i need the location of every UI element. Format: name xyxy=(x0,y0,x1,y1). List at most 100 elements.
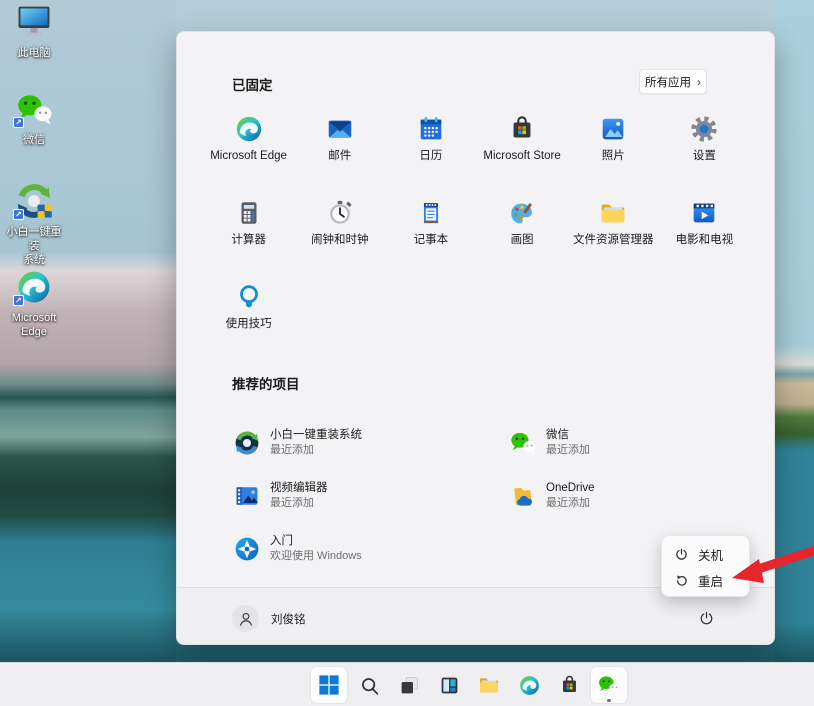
notepad-icon xyxy=(416,198,446,228)
pinned-app-label: 电影和电视 xyxy=(676,234,734,247)
desktop-icon-label: 此电脑 xyxy=(18,46,51,60)
store-icon xyxy=(507,114,537,144)
recommended-item-video-editor[interactable]: 视频编辑器 最近添加 xyxy=(233,469,509,522)
pinned-app-label: 设置 xyxy=(693,150,716,163)
paint-icon xyxy=(507,198,537,228)
movies-tv-icon xyxy=(689,198,719,228)
taskbar-store-button[interactable] xyxy=(551,667,587,703)
alarm-clock-icon xyxy=(325,198,355,228)
recommended-title-text: 微信 xyxy=(546,428,590,443)
restart-menu-item[interactable]: 重启 xyxy=(662,567,749,593)
file-explorer-icon xyxy=(477,673,501,697)
taskbar-search-button[interactable] xyxy=(351,667,387,703)
pinned-app-tips[interactable]: 使用技巧 xyxy=(203,274,294,358)
tips-bulb-icon xyxy=(234,282,264,312)
recommended-title-text: 视频编辑器 xyxy=(270,481,328,496)
recommended-subtitle-text: 欢迎使用 Windows xyxy=(270,549,362,563)
recommended-subtitle-text: 最近添加 xyxy=(546,496,595,510)
pinned-apps-grid: Microsoft Edge 邮件 xyxy=(203,106,750,358)
taskbar-task-view-button[interactable] xyxy=(391,667,427,703)
pinned-app-label: 闹钟和时钟 xyxy=(311,234,369,247)
settings-gear-icon xyxy=(689,114,719,144)
taskbar-edge-button[interactable] xyxy=(511,667,547,703)
chevron-right-icon: › xyxy=(697,75,701,89)
xiaobai-reinstall-icon: ↗ xyxy=(15,182,53,220)
desktop-icon-label: 小白一键重装 系统 xyxy=(4,225,64,267)
power-icon xyxy=(674,547,689,562)
this-pc-icon xyxy=(15,3,53,41)
pinned-app-label: Microsoft Edge xyxy=(210,150,287,163)
recommended-item-get-started[interactable]: 入门 欢迎使用 Windows xyxy=(233,522,509,575)
power-button[interactable] xyxy=(690,604,722,632)
taskbar-start-button[interactable] xyxy=(311,667,347,703)
pinned-app-paint[interactable]: 画图 xyxy=(476,190,567,274)
running-indicator xyxy=(607,699,611,702)
recommended-section-title: 推荐的项目 xyxy=(232,373,300,393)
pinned-app-label: 计算器 xyxy=(231,234,266,247)
taskbar-icons xyxy=(311,667,627,703)
onedrive-icon xyxy=(509,482,537,510)
taskbar-file-explorer-button[interactable] xyxy=(471,667,507,703)
taskbar-widgets-app-button[interactable] xyxy=(431,667,467,703)
shortcut-arrow-icon: ↗ xyxy=(13,209,24,220)
photos-icon xyxy=(598,114,628,144)
pinned-app-notepad[interactable]: 记事本 xyxy=(385,190,476,274)
desktop-icon-wechat[interactable]: ↗ 微信 xyxy=(4,90,64,147)
recommended-subtitle-text: 最近添加 xyxy=(270,496,328,510)
file-explorer-icon xyxy=(598,198,628,228)
edge-icon xyxy=(518,674,541,697)
app-window-icon xyxy=(439,675,460,696)
recommended-item-wechat[interactable]: 微信 最近添加 xyxy=(509,416,785,469)
user-profile-button[interactable]: 刘俊铭 xyxy=(224,602,314,635)
all-apps-label: 所有应用 xyxy=(645,74,691,90)
taskbar xyxy=(0,662,814,706)
edge-icon xyxy=(234,114,264,144)
user-name: 刘俊铭 xyxy=(271,611,306,627)
recommended-title-text: 入门 xyxy=(270,534,362,549)
edge-icon: ↗ xyxy=(15,268,53,306)
pinned-app-label: 日历 xyxy=(419,150,442,163)
recommended-grid: 小白一键重装系统 最近添加 微信 最近 xyxy=(233,416,733,575)
pinned-app-movies-tv[interactable]: 电影和电视 xyxy=(659,190,750,274)
pinned-app-mail[interactable]: 邮件 xyxy=(294,106,385,190)
get-started-icon xyxy=(233,535,261,563)
pinned-app-store[interactable]: Microsoft Store xyxy=(476,106,567,190)
pinned-app-label: 邮件 xyxy=(328,150,351,163)
pinned-app-label: 记事本 xyxy=(414,234,449,247)
desktop-icon-edge[interactable]: ↗ Microsoft Edge xyxy=(4,268,64,339)
recommended-subtitle-text: 最近添加 xyxy=(546,443,590,457)
pinned-app-calculator[interactable]: 计算器 xyxy=(203,190,294,274)
wechat-icon xyxy=(509,429,537,457)
restart-icon xyxy=(674,573,689,588)
power-flyout-menu: 关机 重启 xyxy=(661,535,750,597)
mail-icon xyxy=(325,114,355,144)
pinned-app-alarms[interactable]: 闹钟和时钟 xyxy=(294,190,385,274)
person-icon xyxy=(237,610,255,628)
recommended-item-onedrive[interactable]: OneDrive 最近添加 xyxy=(509,469,785,522)
wallpaper-shore-strip xyxy=(775,0,814,662)
pinned-app-label: Microsoft Store xyxy=(483,150,560,163)
pinned-app-settings[interactable]: 设置 xyxy=(659,106,750,190)
shutdown-menu-item[interactable]: 关机 xyxy=(662,541,749,567)
recommended-title-text: OneDrive xyxy=(546,481,595,496)
wechat-icon xyxy=(597,674,621,696)
pinned-app-label: 使用技巧 xyxy=(226,318,272,331)
recommended-title-text: 小白一键重装系统 xyxy=(270,428,362,443)
calculator-icon xyxy=(234,198,264,228)
taskbar-wechat-button[interactable] xyxy=(591,667,627,703)
pinned-app-photos[interactable]: 照片 xyxy=(568,106,659,190)
pinned-app-label: 文件资源管理器 xyxy=(573,234,654,247)
shortcut-arrow-icon: ↗ xyxy=(13,295,24,306)
pinned-app-edge[interactable]: Microsoft Edge xyxy=(203,106,294,190)
desktop-icon-this-pc[interactable]: 此电脑 xyxy=(4,3,64,60)
pinned-app-label: 画图 xyxy=(511,234,534,247)
all-apps-button[interactable]: 所有应用 › xyxy=(639,69,707,94)
desktop-icon-label: Microsoft Edge xyxy=(12,311,57,339)
pinned-section-title: 已固定 xyxy=(232,74,273,94)
xiaobai-reinstall-icon xyxy=(233,429,261,457)
pinned-app-file-explorer[interactable]: 文件资源管理器 xyxy=(568,190,659,274)
desktop-icon-xiaobai[interactable]: ↗ 小白一键重装 系统 xyxy=(4,182,64,267)
restart-label: 重启 xyxy=(698,571,723,590)
pinned-app-calendar[interactable]: 日历 xyxy=(385,106,476,190)
recommended-item-xiaobai[interactable]: 小白一键重装系统 最近添加 xyxy=(233,416,509,469)
